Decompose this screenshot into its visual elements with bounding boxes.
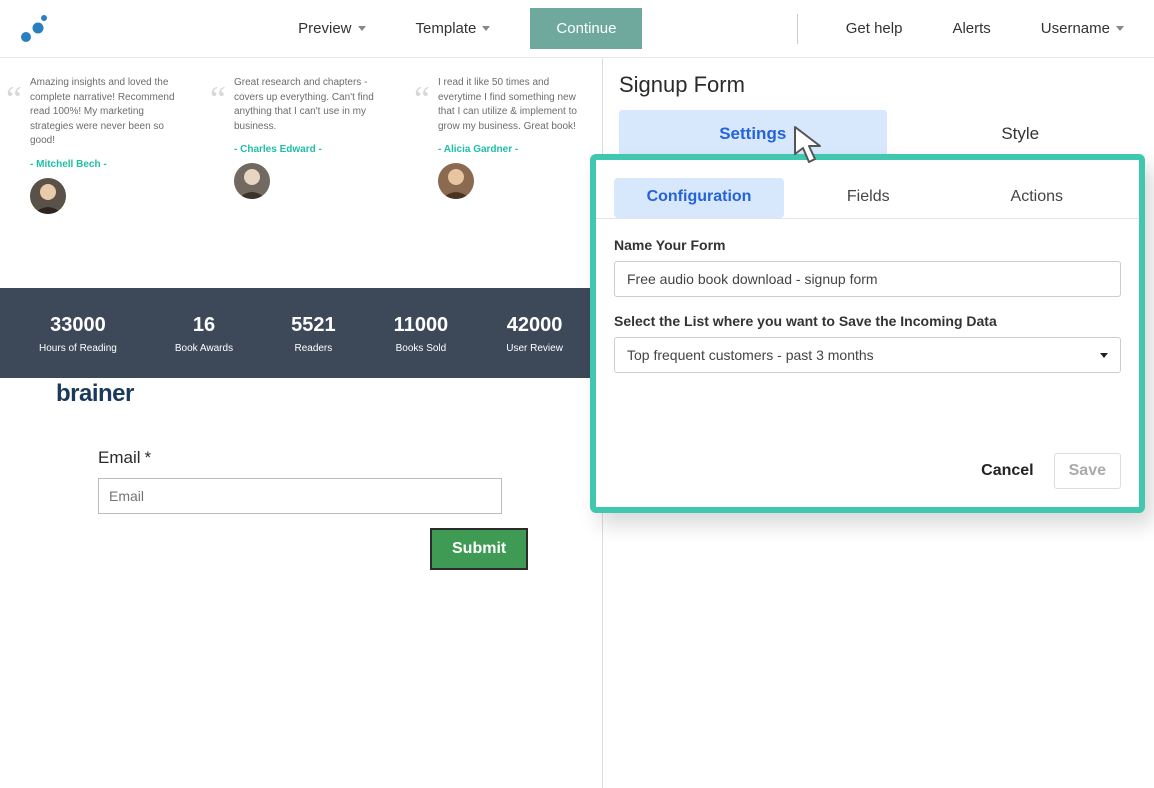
panel-actions: Cancel Save (614, 453, 1121, 489)
form-name-label: Name Your Form (614, 237, 1121, 253)
stat-item: 16 Book Awards (175, 314, 233, 354)
avatar (30, 178, 66, 214)
tabs-secondary: Configuration Fields Actions (596, 178, 1139, 219)
quote-icon: “ (6, 90, 22, 108)
testimonial: “ I read it like 50 times and everytime … (418, 76, 592, 214)
avatar (234, 163, 270, 199)
avatar (438, 163, 474, 199)
nav-template-label: Template (416, 20, 477, 37)
nav-preview[interactable]: Preview (288, 12, 375, 45)
list-select-block: Select the List where you want to Save t… (614, 313, 1121, 373)
email-label: Email* (98, 448, 602, 468)
tabs-primary: Settings Style (619, 110, 1154, 158)
testimonial-author: - Alicia Gardner - (438, 144, 592, 155)
nav-help[interactable]: Get help (836, 12, 913, 45)
email-field[interactable] (98, 478, 502, 514)
quote-icon: “ (414, 90, 430, 108)
caret-down-icon (482, 26, 490, 31)
testimonial-author: - Charles Edward - (234, 144, 388, 155)
stat-value: 33000 (39, 314, 117, 337)
stat-item: 33000 Hours of Reading (39, 314, 117, 354)
tab-settings[interactable]: Settings (619, 110, 887, 158)
cancel-button[interactable]: Cancel (981, 462, 1033, 480)
testimonial-text: Amazing insights and loved the complete … (30, 76, 184, 149)
stat-label: User Review (506, 343, 563, 354)
nav-template[interactable]: Template (406, 12, 501, 45)
stat-label: Books Sold (394, 343, 449, 354)
nav-username[interactable]: Username (1031, 12, 1134, 45)
caret-down-icon (1100, 353, 1108, 358)
stat-item: 11000 Books Sold (394, 314, 449, 354)
divider (797, 14, 798, 44)
stat-item: 5521 Readers (291, 314, 336, 354)
stat-label: Readers (291, 343, 336, 354)
list-select-label: Select the List where you want to Save t… (614, 313, 1121, 329)
quote-icon: “ (210, 90, 226, 108)
header-nav: Preview Template Continue (134, 8, 797, 49)
required-star: * (145, 448, 152, 467)
stat-value: 16 (175, 314, 233, 337)
tab-fields[interactable]: Fields (784, 178, 953, 218)
stat-value: 5521 (291, 314, 336, 337)
header-right: Get help Alerts Username (797, 12, 1134, 45)
email-label-text: Email (98, 448, 141, 467)
testimonial-author: - Mitchell Bech - (30, 159, 184, 170)
tab-actions[interactable]: Actions (953, 178, 1122, 218)
testimonial: “ Great research and chapters - covers u… (214, 76, 388, 214)
list-select[interactable]: Top frequent customers - past 3 months (614, 337, 1121, 373)
form-name-input[interactable] (614, 261, 1121, 297)
stat-value: 42000 (506, 314, 563, 337)
app-header: mainbrainer Preview Template Continue Ge… (0, 0, 1154, 58)
testimonial-text: Great research and chapters - covers up … (234, 76, 388, 134)
logo-dots-icon (20, 15, 50, 43)
form-name-block: Name Your Form (614, 237, 1121, 297)
testimonial: “ Amazing insights and loved the complet… (10, 76, 184, 214)
nav-alerts[interactable]: Alerts (942, 12, 1000, 45)
caret-down-icon (358, 26, 366, 31)
nav-preview-label: Preview (298, 20, 351, 37)
stat-label: Hours of Reading (39, 343, 117, 354)
nav-username-label: Username (1041, 20, 1110, 37)
continue-button[interactable]: Continue (530, 8, 642, 49)
stat-item: 42000 User Review (506, 314, 563, 354)
preview-canvas: “ Amazing insights and loved the complet… (0, 58, 602, 788)
tab-style[interactable]: Style (887, 110, 1154, 158)
stat-value: 11000 (394, 314, 449, 337)
panel-title: Signup Form (619, 72, 1154, 98)
submit-button[interactable]: Submit (430, 528, 528, 570)
settings-config-panel: Configuration Fields Actions Name Your F… (590, 154, 1145, 513)
caret-down-icon (1116, 26, 1124, 31)
testimonials-row: “ Amazing insights and loved the complet… (0, 58, 602, 214)
stats-bar: 33000 Hours of Reading 16 Book Awards 55… (0, 288, 602, 378)
stat-label: Book Awards (175, 343, 233, 354)
tab-configuration[interactable]: Configuration (614, 178, 784, 218)
testimonial-text: I read it like 50 times and everytime I … (438, 76, 592, 134)
list-select-value: Top frequent customers - past 3 months (627, 347, 874, 363)
cursor-pointer-icon (792, 124, 832, 166)
signup-form-preview: Email* Submit (0, 378, 602, 570)
save-button[interactable]: Save (1054, 453, 1121, 489)
